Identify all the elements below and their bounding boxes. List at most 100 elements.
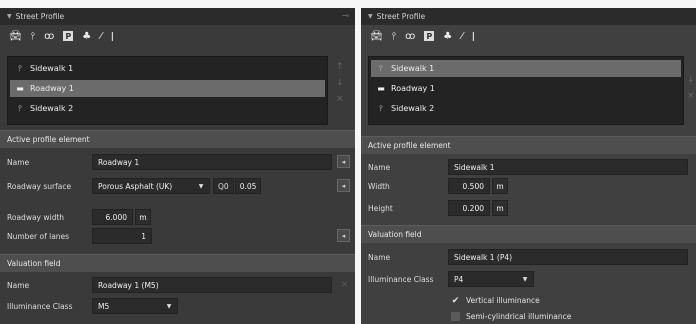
list-buttons: ↑ ↓ × <box>336 62 344 104</box>
tree-icon[interactable]: ♣ <box>443 29 452 43</box>
name-label: Name <box>368 162 391 172</box>
checkmark-icon[interactable]: ✔ <box>451 296 460 306</box>
collapse-triangle-icon[interactable]: ▼ <box>368 13 373 20</box>
section-title: Active profile element <box>7 135 90 144</box>
element-toolbar: 🚘︎ ⫯ ꝏ P ♣ ⁄ ǀ <box>0 25 355 47</box>
pedestrian-icon: ⫯ <box>379 63 383 73</box>
element-toolbar: 🚘︎ ⫯ ꝏ P ♣ ⁄ ǀ <box>361 25 696 47</box>
arrow-left-button[interactable]: ◂ <box>337 229 350 242</box>
pedestrian-icon[interactable]: ⫯ <box>31 29 35 43</box>
illum-row: Illuminance Class M5 ▼ <box>7 298 178 314</box>
lanes-field[interactable]: 1 <box>92 228 152 244</box>
q0-label: Q0 <box>213 178 234 194</box>
section-active-profile: Active profile element <box>0 130 355 148</box>
pole-icon[interactable]: ǀ <box>472 29 475 43</box>
pin-icon[interactable]: ⊸ <box>342 11 349 20</box>
clear-icon[interactable]: × <box>341 280 349 290</box>
width-label: Roadway width <box>7 212 65 222</box>
name-field[interactable]: Sidewalk 1 <box>448 159 688 175</box>
list-item-label: Sidewalk 1 <box>30 64 74 73</box>
illum-dropdown[interactable]: P4 ▼ <box>448 271 534 287</box>
street-profile-panel-left: ▼ Street Profile ⊸ 🚘︎ ⫯ ꝏ P ♣ ⁄ ǀ ⫯ Sidew… <box>0 8 355 324</box>
profile-element-list: ⫯ Sidewalk 1 ▬ Roadway 1 ⫯ Sidewalk 2 <box>7 56 328 125</box>
list-item[interactable]: ▬ Roadway 1 <box>10 80 325 97</box>
car-icon[interactable]: 🚘︎ <box>9 29 22 43</box>
vertical-illuminance-checkbox[interactable]: ✔ Vertical illuminance <box>451 296 540 306</box>
width-row: Width 0.500 m <box>368 178 508 194</box>
list-item[interactable]: ⫯ Sidewalk 2 <box>371 100 681 117</box>
pedestrian-icon[interactable]: ⫯ <box>392 29 396 43</box>
list-item-label: Roadway 1 <box>391 84 435 93</box>
lanes-label: Number of lanes <box>7 231 70 241</box>
car-icon: ▬ <box>16 84 24 93</box>
bicycle-icon[interactable]: ꝏ <box>405 29 415 43</box>
q0-value: 0.05 <box>234 178 262 194</box>
unit-label: m <box>492 200 508 216</box>
wrench-icon[interactable]: ⁄ <box>100 29 102 43</box>
panel-header[interactable]: ▼ Street Profile <box>361 8 696 25</box>
move-down-icon[interactable]: ↓ <box>687 75 695 85</box>
height-row: Height 0.200 m <box>368 200 508 216</box>
section-title: Active profile element <box>368 141 451 150</box>
illum-label: Illuminance Class <box>7 301 73 311</box>
move-up-icon[interactable]: ↑ <box>336 62 344 72</box>
list-item[interactable]: ⫯ Sidewalk 2 <box>10 100 325 117</box>
height-label: Height <box>368 203 393 213</box>
surface-dropdown[interactable]: Porous Asphalt (UK) ▼ <box>92 178 210 194</box>
parking-icon[interactable]: P <box>424 31 435 41</box>
surface-row: Roadway surface Porous Asphalt (UK) ▼ Q0… <box>7 178 262 194</box>
illum-dropdown[interactable]: M5 ▼ <box>92 298 178 314</box>
remove-icon[interactable]: × <box>336 94 344 104</box>
height-field[interactable]: 0.200 <box>448 200 490 216</box>
parking-icon[interactable]: P <box>63 31 74 41</box>
surface-label: Roadway surface <box>7 181 72 191</box>
move-down-icon[interactable]: ↓ <box>336 78 344 88</box>
tree-icon[interactable]: ♣ <box>82 29 91 43</box>
illum-label: Illuminance Class <box>368 274 434 284</box>
illum-value: P4 <box>454 274 464 284</box>
section-valuation-field: Valuation field <box>0 254 355 272</box>
section-active-profile: Active profile element <box>361 136 696 154</box>
arrow-left-button[interactable]: ◂ <box>337 155 350 168</box>
name-row: Name Roadway 1 <box>7 154 332 170</box>
pole-icon[interactable]: ǀ <box>111 29 114 43</box>
list-item[interactable]: ▬ Roadway 1 <box>371 80 681 97</box>
street-profile-panel-right: ▼ Street Profile 🚘︎ ⫯ ꝏ P ♣ ⁄ ǀ ⫯ Sidewal… <box>361 8 696 324</box>
list-item[interactable]: ⫯ Sidewalk 1 <box>10 60 325 77</box>
vname-row: Name Roadway 1 (M5) <box>7 277 332 293</box>
semicyl-illuminance-checkbox[interactable]: Semi-cylindrical illuminance <box>451 312 571 321</box>
width-field[interactable]: 6.000 <box>92 209 133 225</box>
width-field[interactable]: 0.500 <box>448 178 490 194</box>
checkbox-label: Vertical illuminance <box>466 296 540 305</box>
chevron-down-icon: ▼ <box>198 182 204 190</box>
car-icon: ▬ <box>377 84 385 93</box>
car-icon[interactable]: 🚘︎ <box>370 29 383 43</box>
remove-icon[interactable]: × <box>687 91 695 101</box>
panel-header[interactable]: ▼ Street Profile ⊸ <box>0 8 355 25</box>
name-label: Name <box>7 157 30 167</box>
vname-field[interactable]: Sidewalk 1 (P4) <box>448 249 688 265</box>
list-buttons: ↓ × <box>687 75 695 101</box>
checkbox-label: Semi-cylindrical illuminance <box>466 312 572 321</box>
vname-label: Name <box>368 252 391 262</box>
vname-field[interactable]: Roadway 1 (M5) <box>92 277 332 293</box>
list-item-label: Sidewalk 1 <box>391 64 435 73</box>
width-row: Roadway width 6.000 m <box>7 209 151 225</box>
width-label: Width <box>368 181 390 191</box>
wrench-icon[interactable]: ⁄ <box>461 29 463 43</box>
name-field[interactable]: Roadway 1 <box>92 154 332 170</box>
unit-label: m <box>135 209 151 225</box>
chevron-down-icon: ▼ <box>522 275 528 283</box>
lanes-row: Number of lanes 1 <box>7 228 152 244</box>
panel-title: Street Profile <box>15 12 65 21</box>
collapse-triangle-icon[interactable]: ▼ <box>7 13 12 20</box>
bicycle-icon[interactable]: ꝏ <box>44 29 54 43</box>
vname-row: Name Sidewalk 1 (P4) <box>368 249 688 265</box>
list-item[interactable]: ⫯ Sidewalk 1 <box>371 60 681 77</box>
section-title: Valuation field <box>7 259 61 268</box>
unit-label: m <box>492 178 508 194</box>
arrow-left-button[interactable]: ◂ <box>337 179 350 192</box>
panel-title: Street Profile <box>376 12 426 21</box>
checkbox-empty-icon[interactable] <box>451 312 460 321</box>
profile-element-list: ⫯ Sidewalk 1 ▬ Roadway 1 ⫯ Sidewalk 2 <box>368 56 684 125</box>
